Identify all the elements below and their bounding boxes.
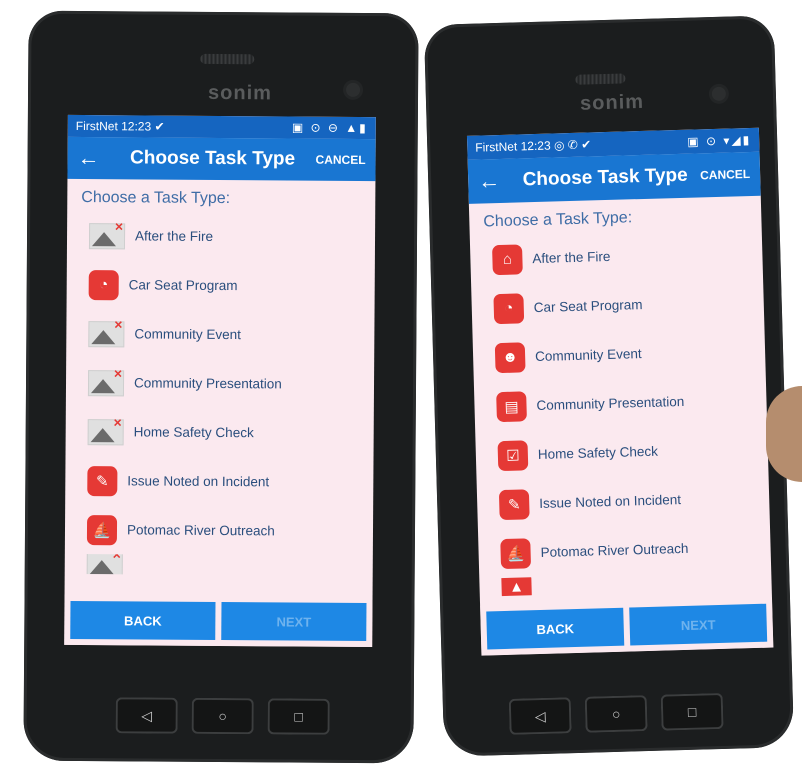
next-button[interactable]: NEXT bbox=[221, 602, 367, 642]
status-indicators: ▣ ⊙ ⊖ ▲▮ bbox=[291, 120, 368, 136]
task-item-home-safety-check[interactable]: Home Safety Check bbox=[66, 407, 374, 458]
task-item-community-presentation[interactable]: Community Presentation bbox=[66, 358, 374, 409]
checklist-icon: ☑ bbox=[497, 439, 529, 471]
task-item-potomac-river-outreach[interactable]: ⛵ Potomac River Outreach bbox=[65, 505, 373, 556]
nav-recents-button[interactable]: □ bbox=[660, 692, 724, 731]
task-item-community-presentation[interactable]: ▤ Community Presentation bbox=[474, 375, 767, 432]
hardware-nav-bar: ◁ ○ □ bbox=[508, 692, 724, 735]
task-label: Home Safety Check bbox=[537, 443, 659, 463]
earpiece-speaker bbox=[575, 73, 626, 85]
earpiece-speaker bbox=[200, 53, 255, 65]
next-button[interactable]: NEXT bbox=[629, 603, 768, 646]
task-label: Potomac River Outreach bbox=[126, 522, 275, 539]
nav-back-button[interactable]: ◁ bbox=[508, 697, 572, 735]
task-item-potomac-river-outreach[interactable]: ⛵ Potomac River Outreach bbox=[478, 522, 771, 579]
carrier-time: FirstNet 12:23 ✔ bbox=[75, 118, 165, 134]
status-bar: FirstNet 12:23 ✔ ▣ ⊙ ⊖ ▲▮ bbox=[67, 114, 376, 140]
task-item-community-event[interactable]: Community Event bbox=[66, 309, 374, 360]
placeholder-image-icon bbox=[88, 320, 125, 347]
task-label: Community Event bbox=[134, 326, 241, 343]
nav-recents-button[interactable]: □ bbox=[267, 698, 330, 735]
front-camera bbox=[346, 82, 361, 97]
button-row: BACK NEXT bbox=[64, 594, 373, 648]
phone-right: sonim FirstNet 12:23 ◎ ✆ ✔ ▣ ⊙ ▾◢▮ ← Cho… bbox=[423, 15, 795, 757]
clipboard-icon: ✎ bbox=[498, 488, 530, 520]
placeholder-image-icon bbox=[87, 418, 124, 445]
back-button[interactable]: BACK bbox=[70, 600, 216, 640]
people-icon: ☻ bbox=[494, 341, 526, 373]
task-item-issue-noted-on-incident[interactable]: ✎ Issue Noted on Incident bbox=[65, 456, 373, 507]
task-item-community-event[interactable]: ☻ Community Event bbox=[472, 326, 765, 383]
house-fire-icon: ⌂ bbox=[492, 243, 523, 275]
section-heading: Choose a Task Type: bbox=[81, 189, 231, 208]
phone-left: sonim FirstNet 12:23 ✔ ▣ ⊙ ⊖ ▲▮ ← Choose… bbox=[23, 10, 419, 764]
task-label: Home Safety Check bbox=[133, 424, 254, 441]
task-label: After the Fire bbox=[532, 248, 611, 267]
nav-home-button[interactable]: ○ bbox=[191, 697, 254, 735]
brand-logo: sonim bbox=[207, 81, 273, 105]
presentation-icon: ▤ bbox=[496, 390, 527, 422]
carrier-time: FirstNet 12:23 ◎ ✆ ✔ bbox=[475, 137, 592, 155]
back-arrow-icon[interactable]: ← bbox=[78, 145, 110, 171]
app-bar: ← Choose Task Type CANCEL bbox=[67, 136, 376, 182]
placeholder-image-icon bbox=[87, 369, 125, 396]
task-label: Community Presentation bbox=[536, 393, 685, 414]
boat-icon: ⛵ bbox=[500, 537, 532, 569]
task-item-partial[interactable] bbox=[65, 553, 373, 577]
task-label: Potomac River Outreach bbox=[540, 540, 689, 560]
cancel-button[interactable]: CANCEL bbox=[316, 153, 366, 167]
task-label: Car Seat Program bbox=[533, 297, 643, 316]
task-label: Issue Noted on Incident bbox=[539, 492, 682, 511]
front-camera bbox=[711, 86, 727, 102]
boat-icon: ⛵ bbox=[86, 514, 118, 545]
task-label: Community Presentation bbox=[133, 375, 282, 392]
task-label: Issue Noted on Incident bbox=[127, 473, 270, 490]
task-item-car-seat-program[interactable]: ◔ Car Seat Program bbox=[67, 260, 375, 311]
task-item-after-the-fire[interactable]: ⌂ After the Fire bbox=[470, 228, 763, 285]
task-label: After the Fire bbox=[135, 228, 214, 244]
screen: FirstNet 12:23 ◎ ✆ ✔ ▣ ⊙ ▾◢▮ ← Choose Ta… bbox=[466, 127, 774, 656]
placeholder-image-icon bbox=[86, 553, 123, 577]
cancel-button[interactable]: CANCEL bbox=[700, 167, 750, 182]
task-item-issue-noted-on-incident[interactable]: ✎ Issue Noted on Incident bbox=[477, 473, 770, 530]
placeholder-image-icon bbox=[88, 222, 126, 249]
page-title: Choose Task Type bbox=[129, 147, 296, 170]
nav-home-button[interactable]: ○ bbox=[584, 695, 648, 733]
task-item-home-safety-check[interactable]: ☑ Home Safety Check bbox=[475, 424, 768, 481]
hardware-nav-bar: ◁ ○ □ bbox=[115, 697, 330, 735]
clipboard-icon: ✎ bbox=[87, 465, 118, 496]
button-row: BACK NEXT bbox=[480, 597, 774, 656]
nav-back-button[interactable]: ◁ bbox=[115, 697, 178, 734]
task-item-after-the-fire[interactable]: After the Fire bbox=[67, 211, 375, 262]
back-button[interactable]: BACK bbox=[486, 607, 625, 650]
task-label: Car Seat Program bbox=[128, 277, 238, 294]
task-item-car-seat-program[interactable]: ◔ Car Seat Program bbox=[471, 277, 764, 334]
page-title: Choose Task Type bbox=[522, 164, 688, 191]
back-arrow-icon[interactable]: ← bbox=[478, 168, 511, 195]
task-label: Community Event bbox=[534, 346, 642, 365]
status-indicators: ▣ ⊙ ▾◢▮ bbox=[687, 132, 752, 149]
brand-logo: sonim bbox=[579, 90, 645, 115]
car-seat-icon: ◔ bbox=[88, 269, 119, 300]
screen: FirstNet 12:23 ✔ ▣ ⊙ ⊖ ▲▮ ← Choose Task … bbox=[64, 114, 376, 648]
car-seat-icon: ◔ bbox=[493, 292, 525, 324]
